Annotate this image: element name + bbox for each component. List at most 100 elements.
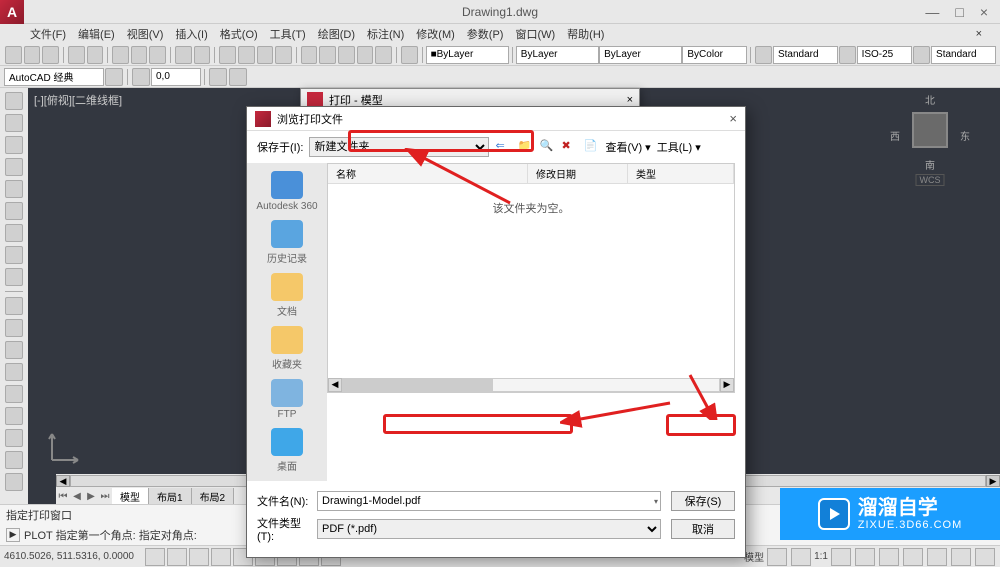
circle-icon[interactable]: [5, 202, 23, 220]
menu-modify[interactable]: 修改(M): [416, 26, 455, 42]
app-icon[interactable]: A: [0, 0, 24, 24]
line-icon[interactable]: [5, 92, 23, 110]
tablestyle-icon[interactable]: [913, 46, 930, 64]
savein-select[interactable]: 新建文件夹: [309, 137, 489, 157]
viewcube-north[interactable]: 北: [925, 92, 935, 107]
sb-right-icon[interactable]: ▶: [720, 378, 734, 392]
workspace-select[interactable]: AutoCAD 经典: [4, 68, 104, 86]
viewcube-west[interactable]: 西: [890, 128, 900, 143]
dimstyle-select[interactable]: ISO-25: [857, 46, 913, 64]
move-icon[interactable]: [5, 297, 23, 315]
command-input[interactable]: PLOT 指定第一个角点: 指定对角点:: [24, 527, 197, 543]
file-list[interactable]: 名称 修改日期 类型 该文件夹为空。 ◀ ▶: [327, 163, 735, 393]
polyline-icon[interactable]: [5, 114, 23, 132]
lock-icon[interactable]: [903, 548, 923, 566]
pan-icon[interactable]: [219, 46, 236, 64]
print-icon[interactable]: [68, 46, 85, 64]
hardware-icon[interactable]: [927, 548, 947, 566]
tablestyle-select[interactable]: Standard: [931, 46, 996, 64]
tab-prev-icon[interactable]: ◀: [70, 491, 84, 502]
delete-icon[interactable]: ✖: [561, 139, 577, 155]
close-button[interactable]: ×: [980, 4, 988, 20]
viewport-label[interactable]: [-][俯视][二维线框]: [34, 92, 122, 108]
plotcolor-select[interactable]: ByColor: [682, 46, 747, 64]
paste-icon[interactable]: [149, 46, 166, 64]
viewcube-south[interactable]: 南: [925, 157, 935, 172]
menu-edit[interactable]: 编辑(E): [78, 26, 115, 42]
zoom-prev-icon[interactable]: [275, 46, 292, 64]
scale-icon[interactable]: [5, 385, 23, 403]
menu-draw[interactable]: 绘图(D): [318, 26, 355, 42]
undo-icon[interactable]: [175, 46, 192, 64]
search-icon[interactable]: 🔍: [539, 139, 555, 155]
tab-model[interactable]: 模型: [112, 488, 149, 504]
layer-icon[interactable]: [132, 68, 150, 86]
copy-icon[interactable]: [131, 46, 148, 64]
save-icon[interactable]: [42, 46, 59, 64]
annovisibility-icon[interactable]: [831, 548, 851, 566]
polygon-icon[interactable]: [5, 136, 23, 154]
tab-layout1[interactable]: 布局1: [149, 488, 192, 504]
textstyle-icon[interactable]: [755, 46, 772, 64]
sheet-icon[interactable]: [357, 46, 374, 64]
erase-icon[interactable]: [5, 473, 23, 491]
help-icon[interactable]: [401, 46, 418, 64]
snap-toggle[interactable]: [145, 548, 165, 566]
print-dlg-close[interactable]: ×: [627, 94, 633, 106]
rotate-icon[interactable]: [5, 341, 23, 359]
col-name[interactable]: 名称: [328, 164, 528, 183]
place-2[interactable]: 文档: [252, 273, 322, 318]
menu-format[interactable]: 格式(O): [220, 26, 258, 42]
filetype-select[interactable]: PDF (*.pdf): [317, 519, 661, 539]
tools-dropdown[interactable]: 工具(L) ▾: [657, 139, 701, 155]
viewport-toggle[interactable]: [767, 548, 787, 566]
menu-tools[interactable]: 工具(T): [270, 26, 306, 42]
cut-icon[interactable]: [112, 46, 129, 64]
polar-toggle[interactable]: [211, 548, 231, 566]
zoom-icon[interactable]: [238, 46, 255, 64]
tab-last-icon[interactable]: ⏭: [98, 491, 112, 502]
trim-icon[interactable]: [5, 407, 23, 425]
cleanscreen-icon[interactable]: [975, 548, 995, 566]
scroll-left-icon[interactable]: ◀: [56, 475, 70, 487]
annoscale-icon[interactable]: [791, 548, 811, 566]
col-type[interactable]: 类型: [628, 164, 734, 183]
lineweight-select[interactable]: ByLayer: [599, 46, 682, 64]
edit-icon[interactable]: [229, 68, 247, 86]
viewcube-east[interactable]: 东: [960, 128, 970, 143]
viewcube-face[interactable]: [912, 112, 948, 148]
menu-window[interactable]: 窗口(W): [515, 26, 555, 42]
open-icon[interactable]: [24, 46, 41, 64]
place-5[interactable]: 桌面: [252, 428, 322, 473]
filename-input[interactable]: Drawing1-Model.pdf ▾: [317, 491, 661, 511]
arc-icon[interactable]: [5, 180, 23, 198]
zoom-window-icon[interactable]: [257, 46, 274, 64]
scale-label[interactable]: 1:1: [814, 551, 828, 562]
new-icon[interactable]: [5, 46, 22, 64]
properties-icon[interactable]: [301, 46, 318, 64]
doc-close-button[interactable]: ×: [976, 28, 982, 40]
hatch-icon[interactable]: [5, 268, 23, 286]
newfolder-icon[interactable]: 📄: [583, 139, 599, 155]
block-icon[interactable]: [209, 68, 227, 86]
place-0[interactable]: Autodesk 360: [252, 171, 322, 212]
menu-view[interactable]: 视图(V): [127, 26, 164, 42]
up-icon[interactable]: 📁: [517, 139, 533, 155]
offset-icon[interactable]: [5, 451, 23, 469]
menu-insert[interactable]: 插入(I): [175, 26, 207, 42]
menu-dimension[interactable]: 标注(N): [367, 26, 404, 42]
place-3[interactable]: 收藏夹: [252, 326, 322, 371]
textstyle-select[interactable]: Standard: [773, 46, 838, 64]
copy2-icon[interactable]: [5, 319, 23, 337]
scroll-right-icon[interactable]: ▶: [986, 475, 1000, 487]
grid-toggle[interactable]: [167, 548, 187, 566]
ellipse-icon[interactable]: [5, 246, 23, 264]
extend-icon[interactable]: [5, 429, 23, 447]
isolate-icon[interactable]: [951, 548, 971, 566]
menu-param[interactable]: 参数(P): [467, 26, 504, 42]
palette-icon[interactable]: [338, 46, 355, 64]
minimize-button[interactable]: —: [925, 4, 939, 20]
autoscale-icon[interactable]: [855, 548, 875, 566]
linetype-select[interactable]: ByLayer: [516, 46, 599, 64]
sb-left-icon[interactable]: ◀: [328, 378, 342, 392]
